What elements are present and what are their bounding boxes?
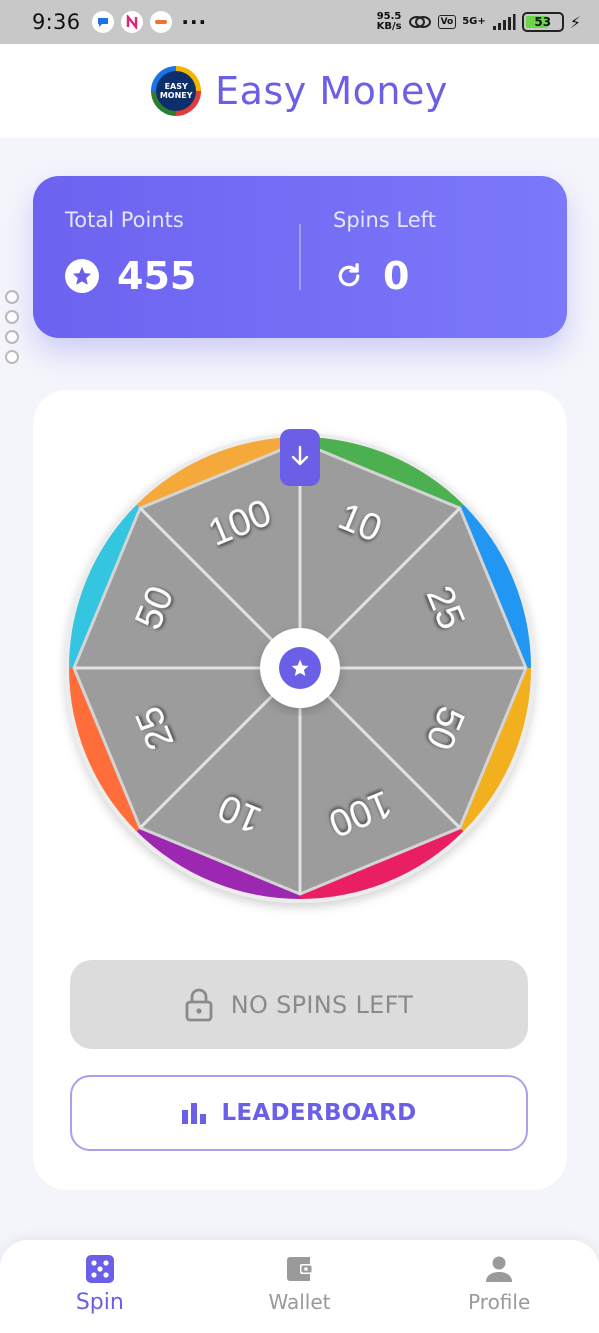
coin-app-icon	[150, 11, 173, 33]
network-type: 5G+	[462, 16, 486, 27]
stats-divider	[299, 224, 301, 290]
floating-handle[interactable]	[5, 290, 19, 364]
nav-profile[interactable]: Profile	[399, 1240, 599, 1333]
charging-icon: ⚡	[569, 12, 581, 32]
person-icon	[486, 1256, 513, 1282]
star-icon	[65, 259, 99, 293]
wallet-icon	[286, 1257, 313, 1281]
app-logo: EASY MONEY	[151, 66, 202, 116]
stats-card: Total Points 455 Spins Left 0	[33, 176, 567, 338]
lock-icon	[185, 988, 213, 1021]
notification-icons: ···	[92, 10, 207, 34]
nav-wallet-label: Wallet	[268, 1290, 331, 1314]
messages-icon	[92, 11, 115, 33]
status-time: 9:36	[32, 10, 81, 34]
battery-icon: 53	[521, 12, 564, 32]
bottom-nav: Spin Wallet Profile	[0, 1240, 599, 1333]
leaderboard-button[interactable]: LEADERBOARD	[70, 1075, 528, 1151]
wheel-center-hub	[260, 628, 340, 708]
network-speed: 95.5 KB/s	[376, 11, 402, 32]
no-spins-button[interactable]: NO SPINS LEFT	[70, 960, 528, 1049]
wheel-card: 10 25 50 100 10 25 50 100 NO SPINS LEFT LEADERB…	[33, 390, 567, 1190]
app-header: EASY MONEY Easy Money	[0, 44, 599, 138]
spin-wheel[interactable]: 102550100102550100	[33, 390, 567, 930]
total-points: Total Points 455	[65, 208, 196, 298]
more-notifications-icon: ···	[181, 10, 208, 34]
hotspot-icon	[408, 16, 431, 28]
leaderboard-label: LEADERBOARD	[221, 1100, 417, 1126]
status-bar: 9:36 ··· 95.5 KB/s Vo 5G+ 53 ⚡	[0, 0, 599, 44]
bar-chart-icon	[182, 1103, 207, 1124]
total-points-value: 455	[117, 254, 197, 298]
nav-wallet[interactable]: Wallet	[200, 1240, 400, 1333]
spins-left-value: 0	[383, 254, 410, 298]
no-spins-label: NO SPINS LEFT	[230, 990, 414, 1019]
refresh-icon	[333, 260, 365, 292]
signal-icon	[492, 14, 516, 30]
dice-icon	[85, 1255, 114, 1283]
spins-left: Spins Left 0	[333, 208, 436, 298]
app-title: Easy Money	[215, 69, 448, 113]
total-points-label: Total Points	[65, 208, 184, 232]
nav-spin-label: Spin	[75, 1290, 124, 1315]
wheel-pointer	[280, 429, 320, 486]
system-icons: 95.5 KB/s Vo 5G+ 53 ⚡	[377, 12, 581, 32]
spins-left-label: Spins Left	[333, 208, 436, 232]
nav-spin[interactable]: Spin	[0, 1240, 200, 1333]
app-n-icon	[121, 11, 144, 33]
volte-icon: Vo	[437, 15, 457, 29]
nav-profile-label: Profile	[468, 1290, 531, 1314]
